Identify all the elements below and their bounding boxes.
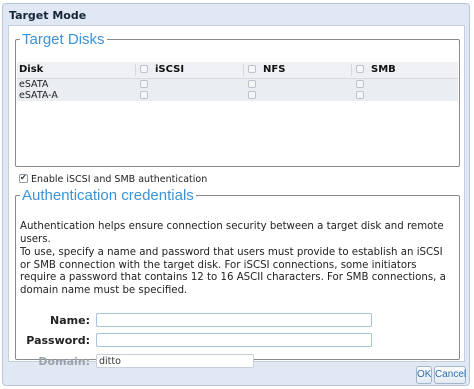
enable-authentication-checkbox[interactable] <box>19 172 28 184</box>
enable-authentication-label: Enable iSCSI and SMB authentication <box>31 174 208 185</box>
smb-checkbox[interactable] <box>356 80 364 88</box>
target-mode-dialog: Target Mode Target Disks Disk iSCSI NFS … <box>2 3 470 386</box>
dialog-body: Target Disks Disk iSCSI NFS SMB eSATA eS… <box>8 25 465 368</box>
authentication-credentials-fieldset: Authentication credentials Authenticatio… <box>15 187 460 368</box>
column-separator <box>243 64 244 76</box>
iscsi-checkbox[interactable] <box>140 80 148 88</box>
column-header-nfs[interactable]: NFS <box>263 63 285 77</box>
domain-label: Domain: <box>38 355 90 368</box>
column-header-smb[interactable]: SMB <box>371 63 396 77</box>
disk-name: eSATA <box>19 79 49 90</box>
column-header-iscsi[interactable]: iSCSI <box>155 63 184 77</box>
nfs-checkbox[interactable] <box>248 80 256 88</box>
password-label: Password: <box>26 334 90 347</box>
select-all-nfs-checkbox[interactable] <box>248 65 256 73</box>
authentication-intro-text: Authentication helps ensure connection s… <box>20 221 444 245</box>
enable-authentication-option[interactable]: Enable iSCSI and SMB authentication <box>19 172 208 186</box>
column-header-disk[interactable]: Disk <box>19 63 43 77</box>
cancel-button[interactable]: Cancel <box>434 366 466 384</box>
target-disks-grid: Disk iSCSI NFS SMB eSATA eSATA-A <box>17 62 458 179</box>
disk-name: eSATA-A <box>19 90 58 101</box>
select-all-iscsi-checkbox[interactable] <box>140 65 148 73</box>
dialog-title: Target Mode <box>9 9 87 22</box>
authentication-instructions-text: To use, specify a name and password that… <box>20 247 446 296</box>
domain-input[interactable] <box>96 354 254 368</box>
nfs-checkbox[interactable] <box>248 91 256 99</box>
name-label: Name: <box>50 314 90 327</box>
select-all-smb-checkbox[interactable] <box>356 65 364 73</box>
password-input[interactable] <box>96 333 372 347</box>
target-disks-fieldset: Target Disks Disk iSCSI NFS SMB eSATA eS… <box>15 32 460 167</box>
column-separator <box>135 64 136 76</box>
table-row[interactable]: eSATA-A <box>17 90 458 101</box>
grid-header: Disk iSCSI NFS SMB <box>17 62 458 79</box>
iscsi-checkbox[interactable] <box>140 91 148 99</box>
target-disks-legend: Target Disks <box>22 31 105 48</box>
column-separator <box>351 64 352 76</box>
authentication-credentials-legend: Authentication credentials <box>22 187 194 204</box>
ok-button[interactable]: OK <box>416 366 432 384</box>
table-row[interactable]: eSATA <box>17 79 458 90</box>
smb-checkbox[interactable] <box>356 91 364 99</box>
name-input[interactable] <box>96 313 372 327</box>
